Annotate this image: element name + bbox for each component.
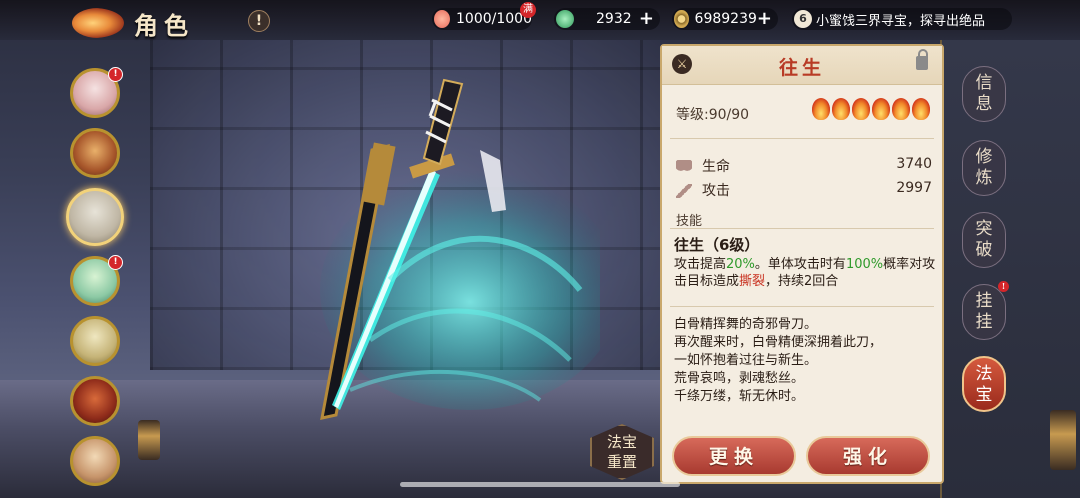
help-button[interactable]: ! [248,10,270,32]
character-avatar[interactable] [70,128,120,178]
heart-icon [676,160,692,174]
divider [670,306,934,307]
alert-icon: ! [108,67,123,82]
character-avatar[interactable]: ! [70,255,123,306]
skill-description: 攻击提高20%。单体攻击时有100%概率对攻击目标造成撕裂，持续2回合 [674,257,936,289]
tab-info[interactable]: 信息 [962,66,1006,122]
treasure-info-panel: ⚔ 往生 等级:90/90 生命 3740 攻击 2997 技能 往生（6级） … [660,44,944,484]
reset-label-line1: 法宝 [606,433,637,451]
coin-resource: 6989239 + [672,8,778,30]
skill-name: 往生（6级） [674,236,760,254]
panel-header: ⚔ 往生 [662,46,942,85]
stat-label: 生命 [702,159,730,175]
character-avatar[interactable]: ! [70,67,123,118]
add-coin-button[interactable]: + [757,10,772,28]
lore-line: 荒骨哀鸣，剥魂愁丝。 [674,371,805,386]
flame-star-icon [812,98,830,120]
character-list: ! ! [66,67,128,496]
stat-row-attack: 攻击 2997 [676,180,932,200]
alert-icon: ! [108,255,123,270]
lantern-right [1050,410,1076,470]
tab-cultivate[interactable]: 修炼 [962,140,1006,196]
tab-label: 信息 [975,73,993,114]
character-avatar[interactable] [70,436,120,486]
flame-star-icon [832,98,850,120]
home-indicator [400,482,680,487]
star-rating [812,98,930,120]
coin-value: 6989239 [694,11,757,27]
stat-row-hp: 生命 3740 [676,156,932,176]
stat-value: 3740 [896,156,932,172]
notice-ticker[interactable]: 6 小蜜饯三界寻宝，探寻出绝品 [792,8,1012,30]
divider [670,138,934,139]
top-bar: 角色 ! 1000/1000 满 2932 + 6989239 + 6 小蜜饯三… [0,0,1080,40]
lore-line: 白骨精挥舞的奇邪骨刀。 [674,317,818,332]
jade-icon [556,10,574,28]
treasure-level: 等级:90/90 [676,107,750,123]
jade-value: 2932 [596,11,632,27]
lore-line: 千绦万缕，斩无休时。 [674,389,805,404]
stamina-full-badge: 满 [520,2,536,18]
tab-breakthrough[interactable]: 突破 [962,212,1006,268]
jade-resource: 2932 + [554,8,660,30]
treasure-name: 往生 [778,57,825,79]
lore-line: 一如怀抱着过往与新生。 [674,353,818,368]
reset-label-line2: 重置 [606,453,637,471]
flame-star-icon [892,98,910,120]
back-swirl-icon[interactable] [72,8,124,38]
alert-icon: ! [998,281,1009,292]
lock-icon[interactable] [916,49,928,70]
lantern-left [138,420,160,460]
divider [670,228,934,229]
replace-button[interactable]: 更换 [672,436,796,476]
character-avatar[interactable] [70,376,120,426]
character-avatar-selected[interactable] [66,188,124,246]
stat-label: 攻击 [702,183,730,199]
coin-icon [674,10,689,28]
treasure-lore: 白骨精挥舞的奇邪骨刀。 再次醒来时，白骨精便深拥着此刀， 一如怀抱着过往与新生。… [674,316,936,406]
sword-icon [676,184,692,198]
peach-icon [434,10,451,28]
flame-star-icon [852,98,870,120]
tab-idle[interactable]: 挂挂! [962,281,1009,340]
weapon-illustration [320,78,600,420]
tab-label: 修炼 [975,147,993,188]
stamina-resource: 1000/1000 [432,8,532,30]
stat-value: 2997 [896,180,932,196]
notice-text: 小蜜饯三界寻宝，探寻出绝品 [816,13,986,29]
page-title: 角色 [134,11,194,40]
skill-header: 技能 [676,214,703,229]
flame-star-icon [912,98,930,120]
tab-label: 法宝 [975,364,993,405]
flame-star-icon [872,98,890,120]
tab-label: 挂挂 [975,291,993,332]
add-jade-button[interactable]: + [639,10,654,28]
tab-treasure[interactable]: 法宝 [962,356,1006,412]
lore-line: 再次醒来时，白骨精便深拥着此刀， [674,335,883,350]
notice-count: 6 [794,10,812,28]
tab-label: 突破 [975,219,993,260]
character-avatar[interactable] [70,316,120,366]
enhance-button[interactable]: 强化 [806,436,930,476]
